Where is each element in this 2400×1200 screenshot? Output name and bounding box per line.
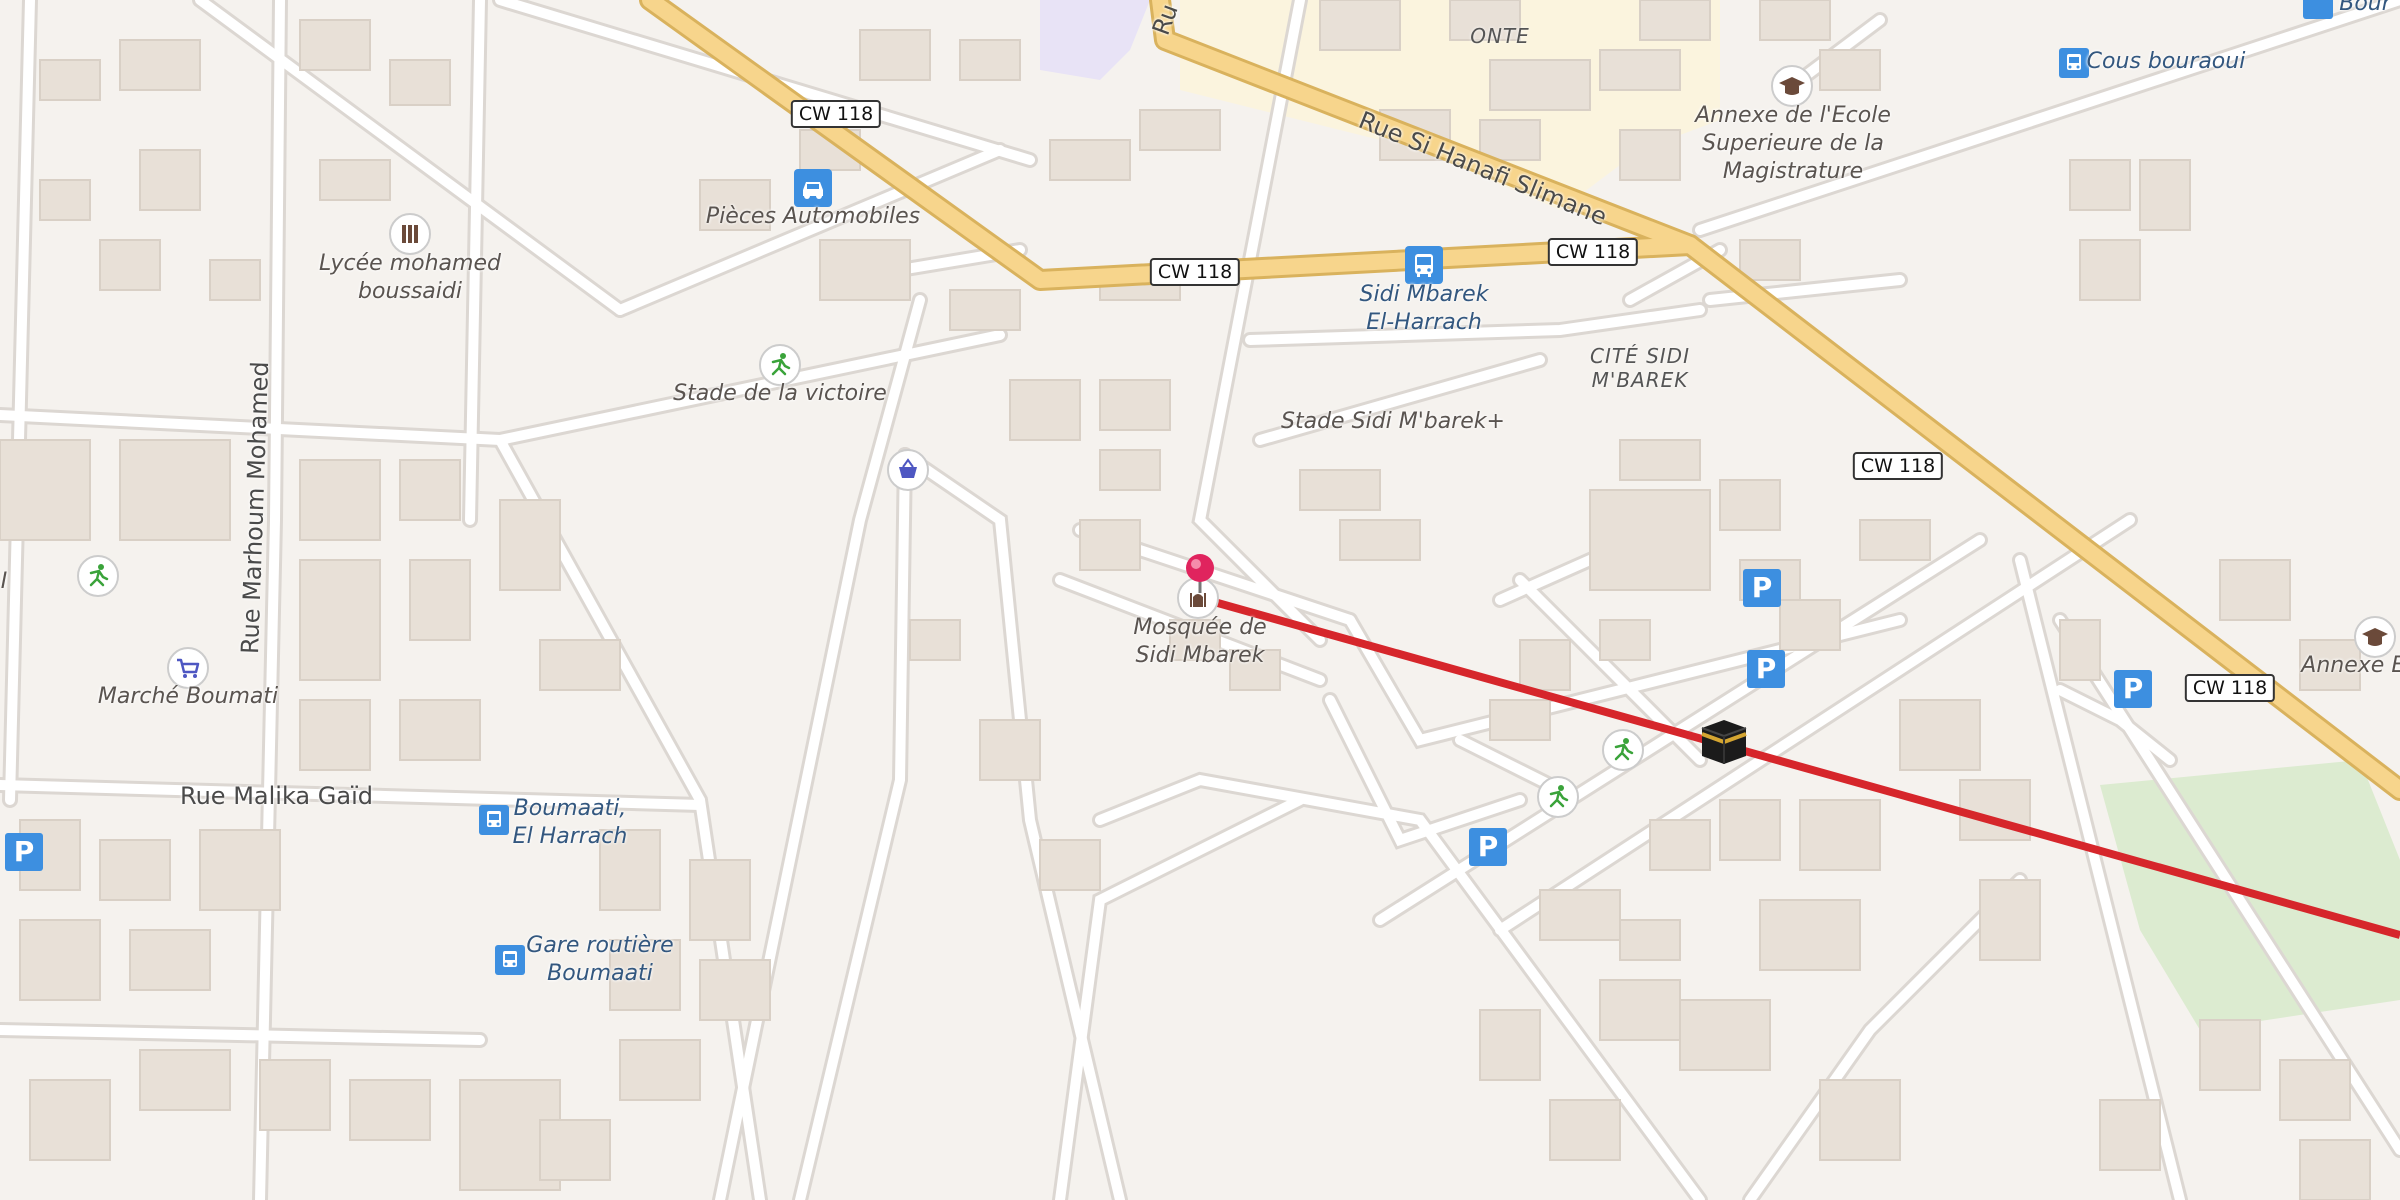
poi-label-marche[interactable]: Marché Boumati	[98, 683, 278, 711]
stadium-icon[interactable]	[77, 555, 119, 597]
road-shield-cw118: CW 118	[1149, 258, 1241, 286]
district-label-onte: ONTE	[1470, 24, 1530, 48]
parking-icon[interactable]: P	[2114, 670, 2152, 708]
poi-label-bouraoui-clip[interactable]: Bour	[2339, 0, 2391, 18]
parking-icon[interactable]: P	[1747, 650, 1785, 688]
stadium-icon[interactable]	[1537, 776, 1579, 818]
basket-icon[interactable]	[887, 449, 929, 491]
poi-label-cous[interactable]: Cous bouraoui	[2087, 48, 2246, 76]
bus-stop-icon[interactable]	[1405, 246, 1443, 284]
district-label-cite-sidi: CITÉ SIDI M'BAREK	[1590, 344, 1690, 392]
poi-label-annexe-e[interactable]: Annexe E.I	[2301, 652, 2400, 680]
graduation-cap-icon[interactable]	[1771, 65, 1813, 107]
road-shield-cw118: CW 118	[790, 100, 882, 128]
poi-label-stade-victoire[interactable]: Stade de la victoire	[673, 380, 887, 408]
poi-label-annexe-ecole[interactable]: Annexe de l'Ecole Superieure de la Magistr…	[1695, 102, 1891, 186]
bus-stop-icon[interactable]	[2059, 48, 2089, 78]
car-icon[interactable]	[794, 169, 832, 207]
kaaba-icon[interactable]	[1696, 712, 1752, 772]
bus-stop-icon[interactable]	[479, 805, 509, 835]
stadium-icon[interactable]	[1602, 729, 1644, 771]
parking-icon[interactable]: P	[1743, 569, 1781, 607]
parking-icon[interactable]: P	[5, 833, 43, 871]
parking-icon[interactable]: P	[1469, 828, 1507, 866]
bus-stop-icon[interactable]	[2303, 0, 2333, 19]
poi-label-gare[interactable]: Gare routière Boumaati	[526, 932, 673, 988]
road-shield-cw118: CW 118	[2184, 674, 2276, 702]
school-icon[interactable]	[389, 213, 431, 255]
poi-label-mosquee[interactable]: Mosquée de Sidi Mbarek	[1133, 614, 1266, 670]
poi-label-sidi-mbarek-bus[interactable]: Sidi Mbarek El-Harrach	[1360, 281, 1489, 337]
bus-stop-icon[interactable]	[495, 945, 525, 975]
poi-label-pieces[interactable]: Pièces Automobiles	[706, 203, 920, 231]
poi-label-stade-sidi[interactable]: Stade Sidi M'barek+	[1281, 408, 1505, 436]
street-label-rue-malika: Rue Malika Gaïd	[180, 782, 373, 810]
map-pin-icon[interactable]	[1180, 553, 1220, 597]
map-canvas[interactable]: Rue Si Hanafi Slimane Ru Rue Marhoum Moh…	[0, 0, 2400, 1200]
poi-label-lycee[interactable]: Lycée mohamed boussaidi	[319, 250, 501, 306]
poi-label-left-clip[interactable]: I	[1, 568, 8, 596]
road-shield-cw118: CW 118	[1547, 238, 1639, 266]
poi-label-boumaati-stop[interactable]: Boumaati, El Harrach	[513, 795, 628, 851]
road-shield-cw118: CW 118	[1852, 452, 1944, 480]
